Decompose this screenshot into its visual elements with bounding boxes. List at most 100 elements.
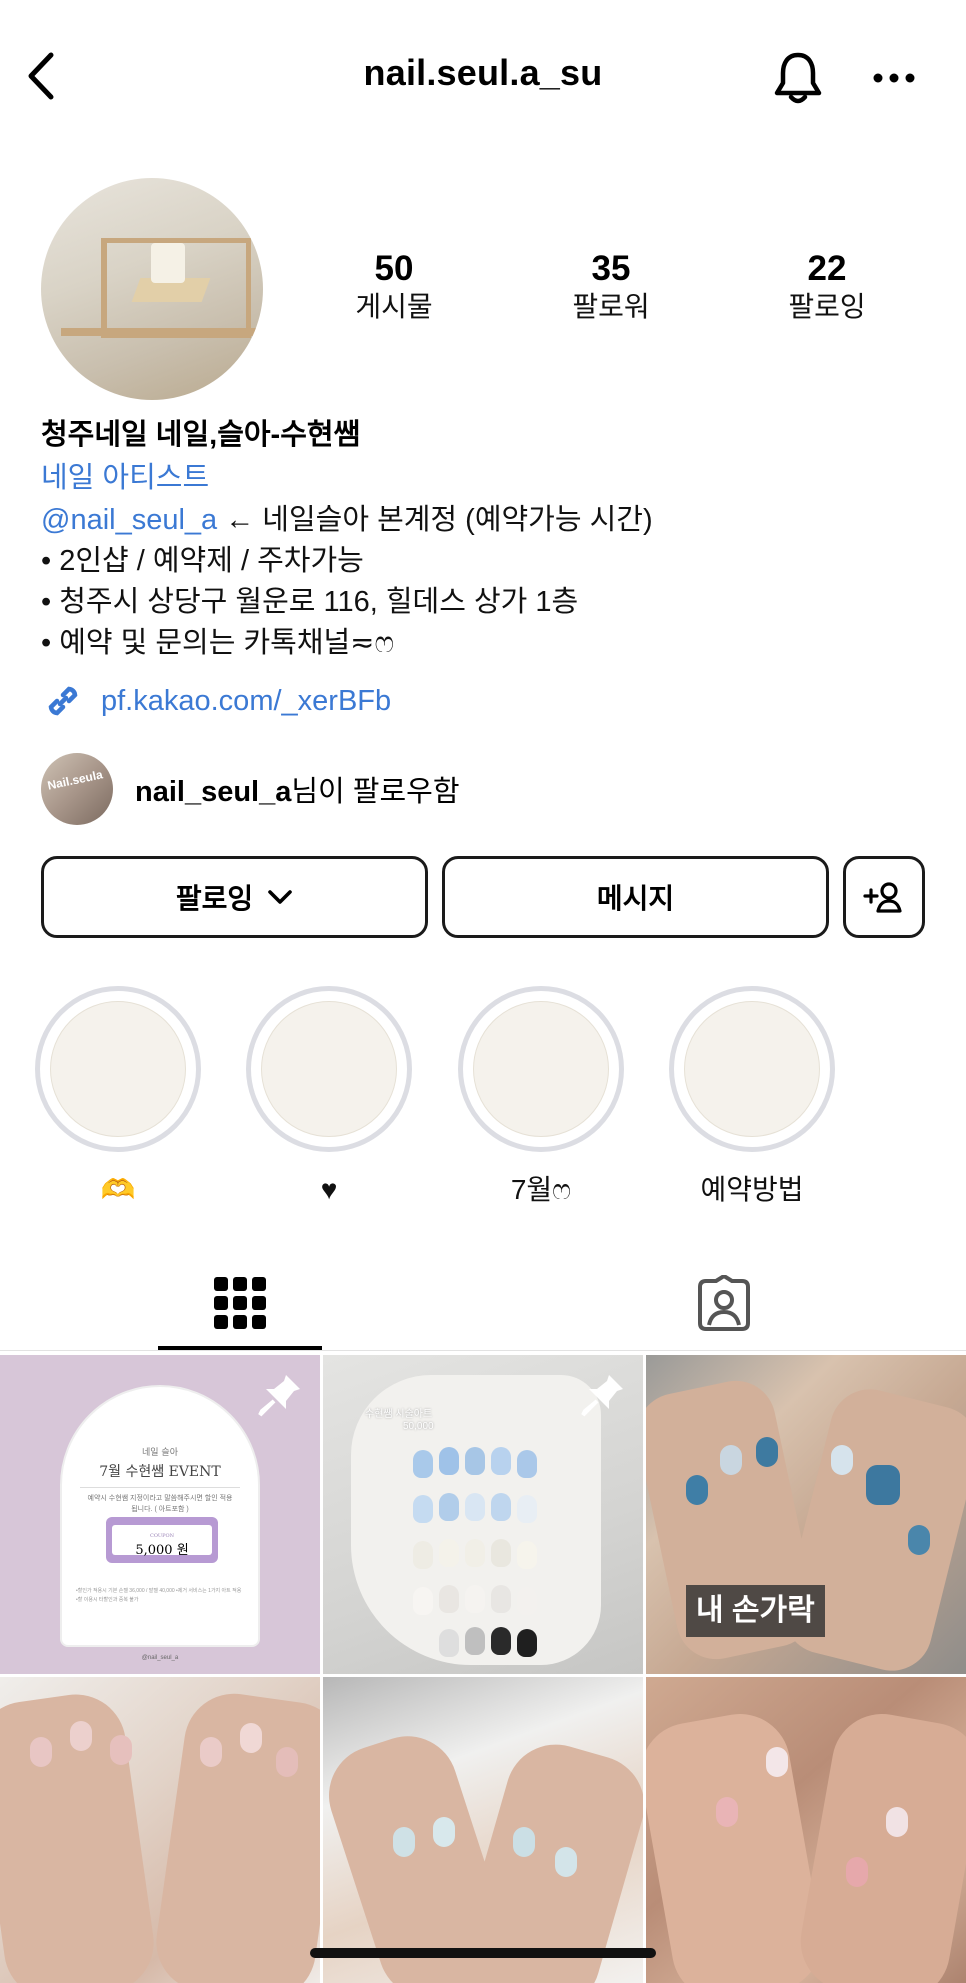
post-thumbnail[interactable]: 수현쌤 시술아트 50,000 xyxy=(323,1355,643,1674)
nail-tip xyxy=(491,1627,511,1655)
event-divider xyxy=(80,1487,240,1488)
profile-category[interactable]: 네일 아티스트 xyxy=(41,457,941,500)
nail-tip xyxy=(831,1445,853,1475)
followed-by-avatar-text: Nail.seula xyxy=(46,767,104,793)
link-text[interactable]: pf.kakao.com/_xerBFb xyxy=(101,685,391,718)
story-highlight[interactable]: 예약방법 xyxy=(668,986,836,1208)
highlight-label: ♥ xyxy=(320,1174,338,1205)
profile-header: nail.seul.a_su xyxy=(0,0,966,155)
tab-posts-grid[interactable] xyxy=(160,1253,320,1353)
coupon-inner: COUPON 5,000 원 xyxy=(112,1525,212,1558)
highlight-cover xyxy=(473,1001,609,1137)
post-overlay-title: 수현쌤 시술아트 xyxy=(365,1409,433,1420)
event-small-title: 네일 슬아 xyxy=(142,1448,178,1458)
external-link[interactable]: pf.kakao.com/_xerBFb xyxy=(41,676,391,726)
post-thumbnail[interactable] xyxy=(646,1677,966,1983)
hand-shape xyxy=(792,1706,966,1983)
nail-tip xyxy=(110,1735,132,1765)
more-icon xyxy=(873,73,915,83)
home-indicator[interactable] xyxy=(310,1948,656,1958)
nail-tip xyxy=(555,1847,577,1877)
nail-tip xyxy=(491,1493,511,1521)
highlight-label: 예약방법 xyxy=(700,1174,804,1205)
stat-value: 35 xyxy=(591,249,631,288)
more-options-button[interactable] xyxy=(866,50,922,106)
message-button-label: 메시지 xyxy=(596,883,675,914)
nail-tip xyxy=(433,1817,455,1847)
bell-icon xyxy=(774,52,822,104)
highlight-ring xyxy=(246,986,412,1152)
event-card: 네일 슬아 7월 수현쌤 EVENT 예약시 수현쌤 지정이라고 말씀해주시면 … xyxy=(60,1385,260,1647)
nail-tip xyxy=(513,1827,535,1857)
event-description: 예약시 수현쌤 지정이라고 말씀해주시면 할인 적용됩니다. ( 아트포함 ) xyxy=(87,1495,233,1513)
nail-tip xyxy=(766,1747,788,1777)
stat-following[interactable]: 22 팔로잉 xyxy=(747,248,907,324)
message-button[interactable]: 메시지 xyxy=(442,856,829,938)
profile-tabs xyxy=(0,1253,966,1353)
nail-tip xyxy=(686,1475,708,1505)
coupon: COUPON 5,000 원 xyxy=(106,1517,218,1563)
highlight-cover xyxy=(261,1001,397,1137)
nail-tip xyxy=(465,1447,485,1475)
bio-line-mention: @nail_seul_a ← 네일슬아 본계정 (예약가능 시간) xyxy=(41,500,941,541)
post-thumbnail[interactable]: 내 손가락 xyxy=(646,1355,966,1674)
nail-tip xyxy=(720,1445,742,1475)
pin-icon xyxy=(581,1375,623,1417)
notifications-button[interactable] xyxy=(768,48,828,108)
mention-suffix: ← 네일슬아 본계정 (예약가능 시간) xyxy=(217,504,653,536)
nail-tip xyxy=(465,1539,485,1567)
nail-tip xyxy=(465,1585,485,1613)
add-person-icon xyxy=(863,882,902,913)
story-highlight[interactable]: ♥ xyxy=(245,986,413,1208)
post-overlay-price: 50,000 xyxy=(403,1421,434,1432)
nail-tip xyxy=(465,1493,485,1521)
post-thumbnail[interactable] xyxy=(323,1677,643,1983)
story-highlight[interactable]: 🫶 xyxy=(34,986,202,1208)
followed-by-avatar: Nail.seula xyxy=(41,753,113,825)
stat-value: 22 xyxy=(807,249,847,288)
stat-posts: 50 게시물 xyxy=(314,248,474,324)
story-highlight[interactable]: 7월ෆ xyxy=(457,986,625,1208)
nail-tip xyxy=(200,1737,222,1767)
suggest-users-button[interactable] xyxy=(843,856,925,938)
nail-tip xyxy=(491,1585,511,1613)
nail-tip xyxy=(70,1721,92,1751)
nail-tip xyxy=(517,1541,537,1569)
nail-tip xyxy=(276,1747,298,1777)
nail-tip xyxy=(908,1525,930,1555)
followed-by-suffix: 님이 팔로우함 xyxy=(291,776,460,808)
highlight-cover xyxy=(50,1001,186,1137)
nail-tip xyxy=(517,1495,537,1523)
link-icon xyxy=(48,686,78,716)
profile-avatar[interactable] xyxy=(41,178,263,400)
event-notes: •할인가 적용시 기본 손젤 36,000 / 발젤 40,000 •제거 서비… xyxy=(76,1588,242,1603)
bio-line: • 2인샵 / 예약제 / 주차가능 xyxy=(41,545,364,577)
nail-tip xyxy=(439,1493,459,1521)
following-button[interactable]: 팔로잉 xyxy=(41,856,428,938)
post-thumbnail[interactable]: 네일 슬아 7월 수현쌤 EVENT 예약시 수현쌤 지정이라고 말씀해주시면 … xyxy=(0,1355,320,1674)
chevron-down-icon xyxy=(267,889,293,905)
mention-link[interactable]: @nail_seul_a xyxy=(41,504,217,536)
nail-tip xyxy=(491,1539,511,1567)
coupon-amount: 5,000 원 xyxy=(135,1543,189,1558)
bio-line: • 청주시 상당구 월운로 116, 힐데스 상가 1층 xyxy=(41,586,579,618)
followed-by-row[interactable]: Nail.seula nail_seul_a님이 팔로우함 xyxy=(41,752,460,826)
post-overlay-tag: 내 손가락 xyxy=(686,1585,825,1637)
grid-icon xyxy=(214,1277,266,1329)
nail-tip xyxy=(517,1587,537,1615)
nail-tip xyxy=(716,1797,738,1827)
nail-tip xyxy=(491,1447,511,1475)
avatar-candle xyxy=(151,243,185,283)
event-handle: @nail_seul_a xyxy=(141,1655,179,1661)
nail-tip xyxy=(517,1629,537,1657)
post-thumbnail[interactable] xyxy=(0,1677,320,1983)
stat-label: 팔로잉 xyxy=(788,291,866,322)
tab-tagged[interactable] xyxy=(644,1253,804,1353)
stat-followers[interactable]: 35 팔로워 xyxy=(531,248,691,324)
nail-tip xyxy=(413,1541,433,1569)
stat-value: 50 xyxy=(374,249,414,288)
highlight-ring xyxy=(669,986,835,1152)
profile-name: 청주네일 네일,슬아-수현쌤 xyxy=(41,419,361,451)
stat-label: 게시물 xyxy=(355,291,433,322)
following-button-label: 팔로잉 xyxy=(175,883,254,914)
